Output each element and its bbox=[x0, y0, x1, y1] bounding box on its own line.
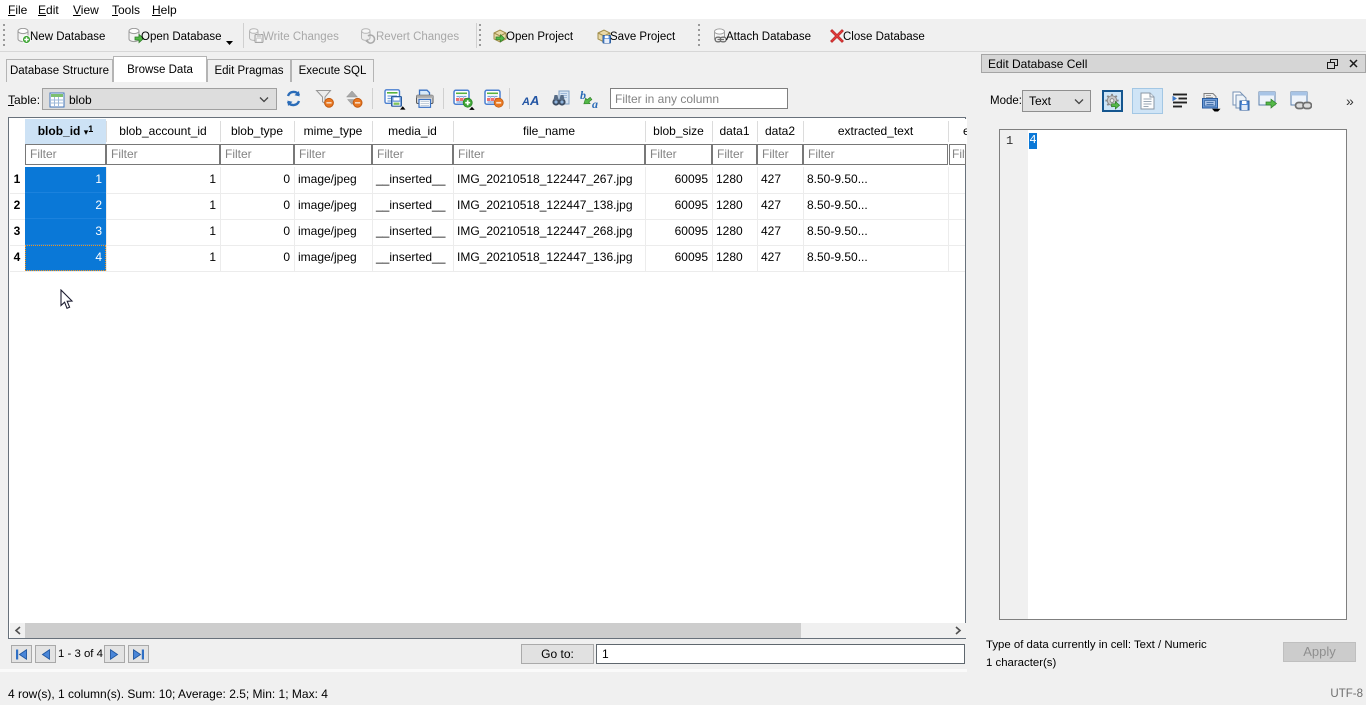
svg-text:a: a bbox=[592, 97, 598, 109]
